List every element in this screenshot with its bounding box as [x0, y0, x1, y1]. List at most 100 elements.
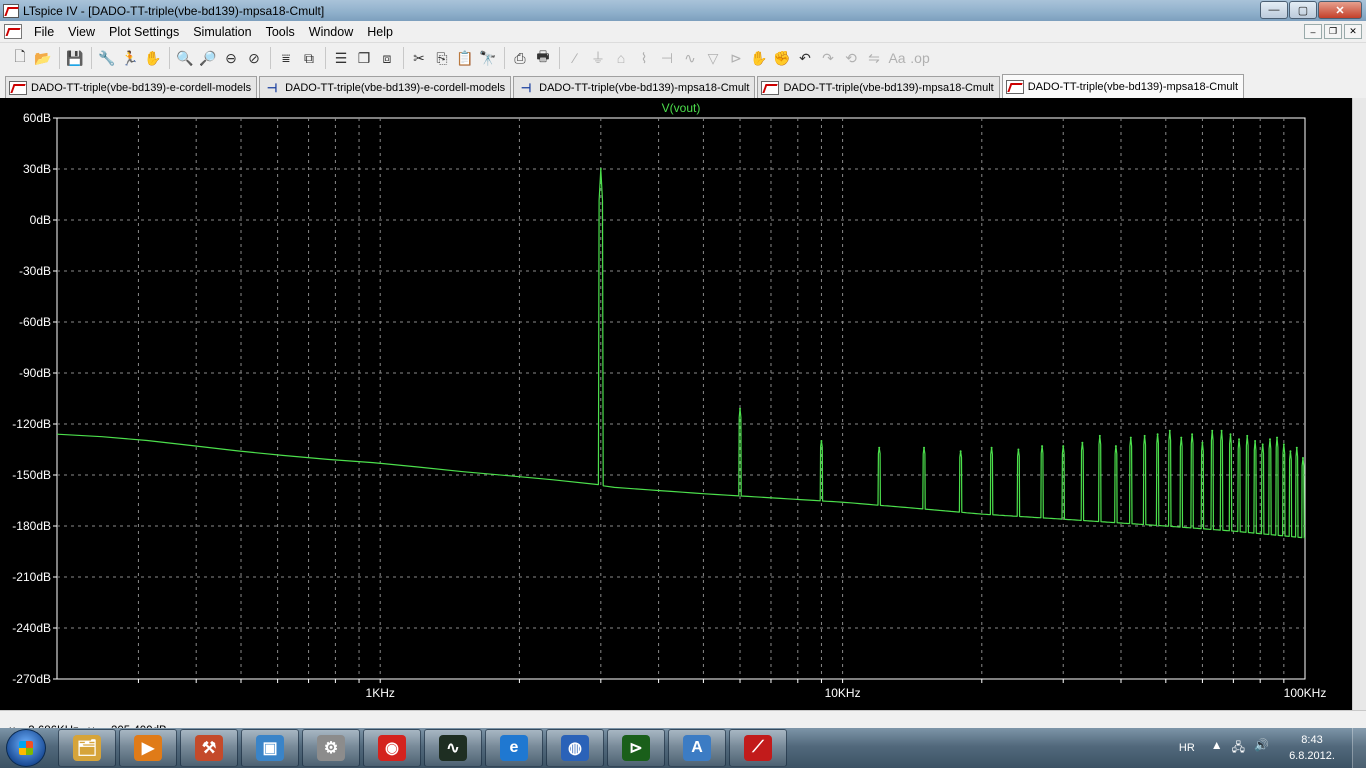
- autorange-icon[interactable]: ⩸: [275, 47, 297, 69]
- menu-window[interactable]: Window: [302, 25, 360, 39]
- document-restore-button[interactable]: ❐: [1324, 24, 1342, 39]
- tab-3[interactable]: ⊣ DADO-TT-triple(vbe-bd139)-mpsa18-Cmult: [513, 76, 756, 98]
- clock[interactable]: 8:43 6.8.2012.: [1278, 732, 1346, 764]
- toolbar-separator: [504, 47, 505, 69]
- start-button[interactable]: [6, 729, 46, 767]
- close-all-icon[interactable]: ⧈: [376, 47, 398, 69]
- taskbar-button-oscilloscope[interactable]: ∿: [424, 729, 482, 767]
- run-icon[interactable]: 🏃: [119, 47, 141, 69]
- control-panel-icon: ▣: [256, 735, 284, 761]
- clock-time: 8:43: [1301, 734, 1323, 746]
- halt-icon[interactable]: ✋: [142, 47, 164, 69]
- tab-1[interactable]: DADO-TT-triple(vbe-bd139)-e-cordell-mode…: [5, 76, 258, 98]
- drag-icon[interactable]: ✊: [771, 47, 793, 69]
- tab-4[interactable]: DADO-TT-triple(vbe-bd139)-mpsa18-Cmult: [757, 76, 1000, 98]
- toolbar-separator: [559, 47, 560, 69]
- show-hidden-icon[interactable]: ▲: [1211, 738, 1223, 759]
- zoom-area-icon[interactable]: 🔎: [197, 47, 219, 69]
- close-button[interactable]: ✕: [1318, 1, 1362, 19]
- undo-icon[interactable]: ↶: [794, 47, 816, 69]
- menu-plot-settings[interactable]: Plot Settings: [102, 25, 186, 39]
- harmonic-peak-6: [959, 450, 962, 453]
- menu-simulation[interactable]: Simulation: [186, 25, 258, 39]
- redo-icon[interactable]: ↷: [817, 47, 839, 69]
- ltspice-app-icon[interactable]: [3, 3, 19, 18]
- harmonic-peak-31: [1289, 450, 1292, 453]
- harmonic-peak-30: [1282, 443, 1285, 446]
- taskbar-button-ltspice[interactable]: ⟋: [729, 729, 787, 767]
- rotate-icon[interactable]: ⟲: [840, 47, 862, 69]
- ground-icon[interactable]: ⏚: [587, 47, 609, 69]
- paste-icon[interactable]: 📋: [454, 47, 476, 69]
- fft-chart[interactable]: 60dB 30dB 0dB -30dB -60dB -90dB -120dB -150dB -1…: [0, 98, 1352, 710]
- wire-icon[interactable]: ∕: [564, 47, 586, 69]
- taskbar-button-antivirus[interactable]: ◉: [363, 729, 421, 767]
- print-icon[interactable]: 🖶: [532, 47, 554, 69]
- harmonic-peak-11: [1081, 441, 1084, 444]
- show-desktop-button[interactable]: [1352, 728, 1366, 768]
- cut-icon[interactable]: ✂: [408, 47, 430, 69]
- network-icon[interactable]: 🖧: [1232, 738, 1245, 759]
- taskbar-button-engine-tool[interactable]: ⚙: [302, 729, 360, 767]
- resistor-icon[interactable]: ⌇: [633, 47, 655, 69]
- waveform-plot-pane[interactable]: 60dB 30dB 0dB -30dB -60dB -90dB -120dB -150dB -1…: [0, 98, 1352, 710]
- text-icon[interactable]: Aa: [886, 47, 908, 69]
- system-tray: HR ▲ 🖧 🔊 8:43 6.8.2012.: [1179, 728, 1366, 768]
- zoom-out-icon[interactable]: ⊖: [220, 47, 242, 69]
- control-panel-icon[interactable]: 🔧: [96, 47, 118, 69]
- mirror-icon[interactable]: ⇋: [863, 47, 885, 69]
- y-tick-label: -120dB: [12, 417, 51, 431]
- toolbar-separator: [403, 47, 404, 69]
- antivirus-icon: ◉: [378, 735, 406, 761]
- x-tick-label: 10KHz: [825, 686, 861, 700]
- print-setup-icon[interactable]: ⎙: [509, 47, 531, 69]
- harmonic-peak-10: [1062, 445, 1065, 448]
- save-icon[interactable]: 💾: [64, 47, 86, 69]
- find-icon[interactable]: 🔭: [477, 47, 499, 69]
- file-explorer-icon: 🗂: [73, 735, 101, 761]
- taskbar-button-firefox[interactable]: ◍: [546, 729, 604, 767]
- pick-traces-icon[interactable]: ⧉: [298, 47, 320, 69]
- taskbar-button-internet-explorer[interactable]: e: [485, 729, 543, 767]
- harmonic-peak-17: [1168, 429, 1171, 432]
- menu-file[interactable]: File: [27, 25, 61, 39]
- tile-horizontal-icon[interactable]: ☰: [330, 47, 352, 69]
- minimize-button[interactable]: —: [1260, 1, 1288, 19]
- harmonic-peak-18: [1180, 436, 1183, 439]
- menu-help[interactable]: Help: [360, 25, 400, 39]
- taskbar-button-toolbox[interactable]: ⚒: [180, 729, 238, 767]
- spice-directive-icon[interactable]: .op: [909, 47, 931, 69]
- document-minimize-button[interactable]: –: [1304, 24, 1322, 39]
- maximize-button[interactable]: ▢: [1289, 1, 1317, 19]
- inductor-icon[interactable]: ∿: [679, 47, 701, 69]
- copy-icon[interactable]: ⎘: [431, 47, 453, 69]
- open-icon[interactable]: 📂: [32, 47, 54, 69]
- volume-icon[interactable]: 🔊: [1254, 738, 1269, 759]
- new-schematic-icon[interactable]: 🗋: [9, 47, 31, 69]
- taskbar-button-wordpad[interactable]: A: [668, 729, 726, 767]
- taskbar-button-media-player[interactable]: ▶: [119, 729, 177, 767]
- document-close-button[interactable]: ✕: [1344, 24, 1362, 39]
- capacitor-icon[interactable]: ⊣: [656, 47, 678, 69]
- component-icon[interactable]: ⊳: [725, 47, 747, 69]
- trace-name-label: V(vout): [662, 101, 701, 115]
- cascade-icon[interactable]: ❐: [353, 47, 375, 69]
- taskbar-button-control-panel[interactable]: ▣: [241, 729, 299, 767]
- zoom-in-icon[interactable]: 🔍: [174, 47, 196, 69]
- menu-view[interactable]: View: [61, 25, 102, 39]
- tab-2[interactable]: ⊣ DADO-TT-triple(vbe-bd139)-e-cordell-mod…: [259, 76, 512, 98]
- language-indicator[interactable]: HR: [1179, 742, 1195, 754]
- diode-icon[interactable]: ▽: [702, 47, 724, 69]
- taskbar-button-ltspice-schematic[interactable]: ⊳: [607, 729, 665, 767]
- tab-5[interactable]: DADO-TT-triple(vbe-bd139)-mpsa18-Cmult: [1001, 74, 1244, 98]
- vertical-scrollbar[interactable]: [1352, 98, 1366, 710]
- zoom-cancel-icon[interactable]: ⊘: [243, 47, 265, 69]
- menu-tools[interactable]: Tools: [259, 25, 302, 39]
- tab-label: DADO-TT-triple(vbe-bd139)-mpsa18-Cmult: [1027, 80, 1238, 93]
- harmonic-peak-22: [1220, 429, 1223, 432]
- document-system-menu-icon[interactable]: [4, 24, 22, 39]
- taskbar-button-file-explorer[interactable]: 🗂: [58, 729, 116, 767]
- move-icon[interactable]: ✋: [748, 47, 770, 69]
- x-tick-label: 1KHz: [366, 686, 395, 700]
- label-net-icon[interactable]: ⌂: [610, 47, 632, 69]
